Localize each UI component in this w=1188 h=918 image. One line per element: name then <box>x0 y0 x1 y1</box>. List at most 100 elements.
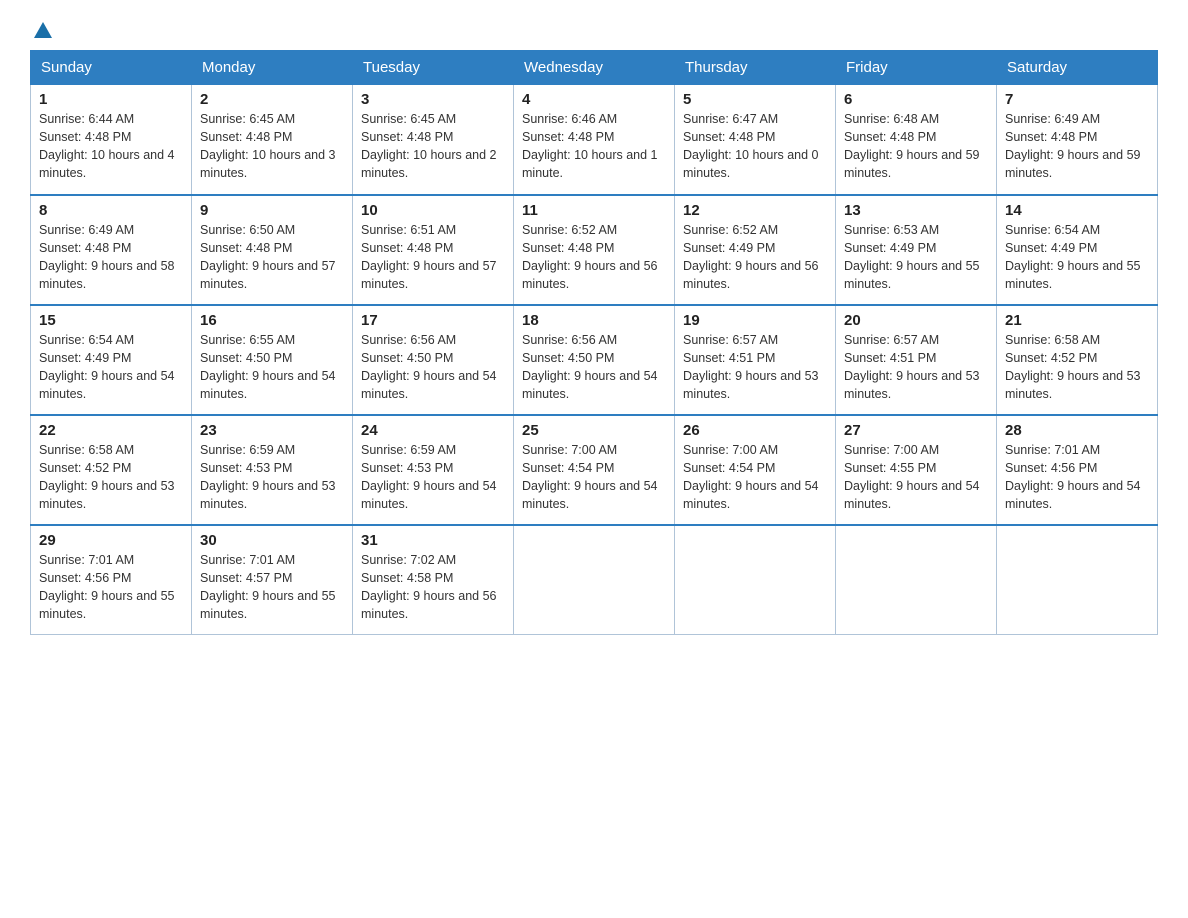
day-number: 29 <box>39 532 183 549</box>
calendar-cell: 7 Sunrise: 6:49 AMSunset: 4:48 PMDaylight… <box>997 85 1158 195</box>
day-number: 7 <box>1005 91 1149 108</box>
day-info: Sunrise: 6:58 AMSunset: 4:52 PMDaylight:… <box>1005 331 1149 404</box>
day-number: 2 <box>200 91 344 108</box>
day-number: 11 <box>522 202 666 219</box>
calendar-cell: 25 Sunrise: 7:00 AMSunset: 4:54 PMDayligh… <box>514 415 675 525</box>
calendar-cell: 15 Sunrise: 6:54 AMSunset: 4:49 PMDayligh… <box>31 305 192 415</box>
calendar-cell: 11Sunrise: 6:52 AMSunset: 4:48 PMDayligh… <box>514 195 675 305</box>
calendar-cell <box>836 525 997 635</box>
calendar-cell: 3Sunrise: 6:45 AMSunset: 4:48 PMDaylight… <box>353 85 514 195</box>
header-wednesday: Wednesday <box>514 51 675 85</box>
day-info: Sunrise: 6:46 AMSunset: 4:48 PMDaylight:… <box>522 110 666 183</box>
day-number: 1 <box>39 91 183 108</box>
calendar-cell: 13 Sunrise: 6:53 AMSunset: 4:49 PMDayligh… <box>836 195 997 305</box>
day-number: 4 <box>522 91 666 108</box>
day-number: 25 <box>522 422 666 439</box>
day-info: Sunrise: 6:59 AMSunset: 4:53 PMDaylight:… <box>200 441 344 514</box>
calendar-week-row: 1 Sunrise: 6:44 AMSunset: 4:48 PMDaylight… <box>31 85 1158 195</box>
day-info: Sunrise: 6:54 AMSunset: 4:49 PMDaylight:… <box>1005 221 1149 294</box>
day-info: Sunrise: 6:45 AMSunset: 4:48 PMDaylight:… <box>200 110 344 183</box>
calendar-week-row: 8 Sunrise: 6:49 AMSunset: 4:48 PMDaylight… <box>31 195 1158 305</box>
calendar-cell <box>514 525 675 635</box>
calendar-cell: 4 Sunrise: 6:46 AMSunset: 4:48 PMDaylight… <box>514 85 675 195</box>
calendar-cell: 2 Sunrise: 6:45 AMSunset: 4:48 PMDaylight… <box>192 85 353 195</box>
day-number: 23 <box>200 422 344 439</box>
day-info: Sunrise: 6:53 AMSunset: 4:49 PMDaylight:… <box>844 221 988 294</box>
day-number: 22 <box>39 422 183 439</box>
day-info: Sunrise: 7:00 AMSunset: 4:55 PMDaylight:… <box>844 441 988 514</box>
day-info: Sunrise: 6:56 AMSunset: 4:50 PMDaylight:… <box>522 331 666 404</box>
day-info: Sunrise: 7:01 AMSunset: 4:56 PMDaylight:… <box>1005 441 1149 514</box>
day-number: 6 <box>844 91 988 108</box>
calendar-cell: 26Sunrise: 7:00 AMSunset: 4:54 PMDayligh… <box>675 415 836 525</box>
calendar-cell: 8 Sunrise: 6:49 AMSunset: 4:48 PMDaylight… <box>31 195 192 305</box>
day-info: Sunrise: 6:49 AMSunset: 4:48 PMDaylight:… <box>1005 110 1149 183</box>
day-info: Sunrise: 6:57 AMSunset: 4:51 PMDaylight:… <box>683 331 827 404</box>
calendar-cell: 9Sunrise: 6:50 AMSunset: 4:48 PMDaylight… <box>192 195 353 305</box>
calendar-cell: 17 Sunrise: 6:56 AMSunset: 4:50 PMDayligh… <box>353 305 514 415</box>
day-number: 15 <box>39 312 183 329</box>
day-number: 16 <box>200 312 344 329</box>
calendar-cell: 20 Sunrise: 6:57 AMSunset: 4:51 PMDayligh… <box>836 305 997 415</box>
day-info: Sunrise: 6:45 AMSunset: 4:48 PMDaylight:… <box>361 110 505 183</box>
day-info: Sunrise: 6:51 AMSunset: 4:48 PMDaylight:… <box>361 221 505 294</box>
day-number: 10 <box>361 202 505 219</box>
day-info: Sunrise: 7:01 AMSunset: 4:57 PMDaylight:… <box>200 551 344 624</box>
calendar-cell <box>675 525 836 635</box>
calendar-cell: 12Sunrise: 6:52 AMSunset: 4:49 PMDayligh… <box>675 195 836 305</box>
day-info: Sunrise: 6:52 AMSunset: 4:49 PMDaylight:… <box>683 221 827 294</box>
day-number: 18 <box>522 312 666 329</box>
day-number: 21 <box>1005 312 1149 329</box>
calendar-cell: 16Sunrise: 6:55 AMSunset: 4:50 PMDayligh… <box>192 305 353 415</box>
calendar-cell: 18 Sunrise: 6:56 AMSunset: 4:50 PMDayligh… <box>514 305 675 415</box>
day-info: Sunrise: 6:57 AMSunset: 4:51 PMDaylight:… <box>844 331 988 404</box>
calendar-cell: 29Sunrise: 7:01 AMSunset: 4:56 PMDayligh… <box>31 525 192 635</box>
calendar-cell: 28Sunrise: 7:01 AMSunset: 4:56 PMDayligh… <box>997 415 1158 525</box>
calendar-cell: 27 Sunrise: 7:00 AMSunset: 4:55 PMDayligh… <box>836 415 997 525</box>
calendar-table: Sunday Monday Tuesday Wednesday Thursday… <box>30 50 1158 635</box>
day-number: 13 <box>844 202 988 219</box>
day-info: Sunrise: 7:00 AMSunset: 4:54 PMDaylight:… <box>522 441 666 514</box>
header-monday: Monday <box>192 51 353 85</box>
calendar-cell: 24 Sunrise: 6:59 AMSunset: 4:53 PMDayligh… <box>353 415 514 525</box>
day-info: Sunrise: 6:59 AMSunset: 4:53 PMDaylight:… <box>361 441 505 514</box>
header-saturday: Saturday <box>997 51 1158 85</box>
calendar-week-row: 15 Sunrise: 6:54 AMSunset: 4:49 PMDayligh… <box>31 305 1158 415</box>
calendar-cell: 14 Sunrise: 6:54 AMSunset: 4:49 PMDayligh… <box>997 195 1158 305</box>
day-info: Sunrise: 6:49 AMSunset: 4:48 PMDaylight:… <box>39 221 183 294</box>
day-number: 19 <box>683 312 827 329</box>
calendar-cell: 23 Sunrise: 6:59 AMSunset: 4:53 PMDayligh… <box>192 415 353 525</box>
day-info: Sunrise: 6:58 AMSunset: 4:52 PMDaylight:… <box>39 441 183 514</box>
header-sunday: Sunday <box>31 51 192 85</box>
logo <box>30 20 54 40</box>
day-info: Sunrise: 6:47 AMSunset: 4:48 PMDaylight:… <box>683 110 827 183</box>
day-number: 27 <box>844 422 988 439</box>
calendar-cell: 5 Sunrise: 6:47 AMSunset: 4:48 PMDaylight… <box>675 85 836 195</box>
header-thursday: Thursday <box>675 51 836 85</box>
day-info: Sunrise: 7:02 AMSunset: 4:58 PMDaylight:… <box>361 551 505 624</box>
day-number: 24 <box>361 422 505 439</box>
day-info: Sunrise: 7:00 AMSunset: 4:54 PMDaylight:… <box>683 441 827 514</box>
day-info: Sunrise: 6:48 AMSunset: 4:48 PMDaylight:… <box>844 110 988 183</box>
calendar-cell: 10 Sunrise: 6:51 AMSunset: 4:48 PMDayligh… <box>353 195 514 305</box>
calendar-cell: 31Sunrise: 7:02 AMSunset: 4:58 PMDayligh… <box>353 525 514 635</box>
calendar-cell: 22 Sunrise: 6:58 AMSunset: 4:52 PMDayligh… <box>31 415 192 525</box>
day-number: 14 <box>1005 202 1149 219</box>
day-info: Sunrise: 6:44 AMSunset: 4:48 PMDaylight:… <box>39 110 183 183</box>
day-info: Sunrise: 6:54 AMSunset: 4:49 PMDaylight:… <box>39 331 183 404</box>
day-info: Sunrise: 6:56 AMSunset: 4:50 PMDaylight:… <box>361 331 505 404</box>
calendar-cell: 1 Sunrise: 6:44 AMSunset: 4:48 PMDaylight… <box>31 85 192 195</box>
page-header <box>30 20 1158 40</box>
calendar-cell: 6 Sunrise: 6:48 AMSunset: 4:48 PMDaylight… <box>836 85 997 195</box>
calendar-cell <box>997 525 1158 635</box>
day-number: 30 <box>200 532 344 549</box>
calendar-header-row: Sunday Monday Tuesday Wednesday Thursday… <box>31 51 1158 85</box>
header-tuesday: Tuesday <box>353 51 514 85</box>
day-number: 5 <box>683 91 827 108</box>
day-number: 17 <box>361 312 505 329</box>
day-number: 8 <box>39 202 183 219</box>
calendar-cell: 19 Sunrise: 6:57 AMSunset: 4:51 PMDayligh… <box>675 305 836 415</box>
calendar-week-row: 22 Sunrise: 6:58 AMSunset: 4:52 PMDayligh… <box>31 415 1158 525</box>
day-info: Sunrise: 6:50 AMSunset: 4:48 PMDaylight:… <box>200 221 344 294</box>
day-number: 20 <box>844 312 988 329</box>
